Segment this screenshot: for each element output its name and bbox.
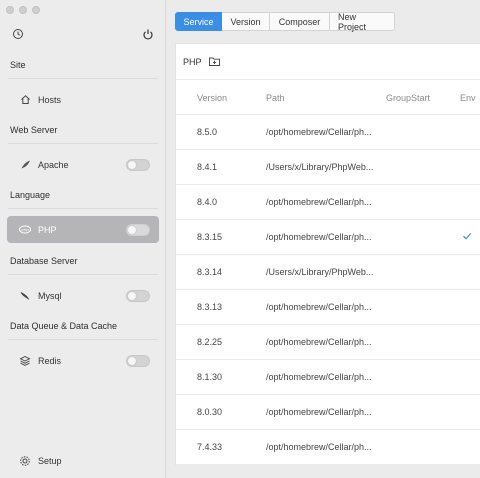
column-header-path[interactable]: Path: [266, 93, 285, 103]
section-title-data-queue: Data Queue & Data Cache: [10, 321, 118, 331]
section-title-language: Language: [10, 190, 51, 200]
zoom-window-button[interactable]: [32, 6, 40, 14]
sidebar-item-label: Setup: [38, 455, 62, 466]
svg-text:php: php: [21, 227, 29, 232]
path-cell: /Users/x/Library/PhpWeb...: [266, 267, 374, 277]
layers-icon: [19, 355, 31, 367]
sidebar-item-setup[interactable]: Setup: [7, 447, 159, 474]
php-toggle[interactable]: [126, 223, 150, 236]
tab-version[interactable]: Version: [222, 12, 270, 31]
check-icon: [463, 232, 472, 240]
path-cell: /opt/homebrew/Cellar/ph...: [266, 232, 372, 242]
version-cell: 8.3.15: [197, 232, 223, 242]
divider: [8, 143, 158, 144]
section-title-site: Site: [10, 60, 26, 70]
home-icon: [19, 94, 31, 106]
tab-new-project[interactable]: New Project: [330, 12, 395, 32]
php-icon: php: [19, 224, 31, 236]
tab-bar: Service Version Composer New Project: [175, 12, 395, 32]
panel-title: PHP: [183, 57, 202, 67]
mysql-toggle[interactable]: [126, 289, 150, 302]
version-cell: 8.5.0: [197, 127, 218, 137]
version-cell: 8.4.0: [197, 197, 218, 207]
service-panel: PHP Version Path GroupStart Env 8.5.0/op…: [175, 43, 480, 465]
close-window-button[interactable]: [6, 6, 14, 14]
section-title-database-server: Database Server: [10, 256, 78, 266]
divider: [8, 208, 158, 209]
sidebar-item-label: Mysql: [38, 290, 62, 301]
path-cell: /opt/homebrew/Cellar/ph...: [266, 407, 372, 417]
divider: [8, 274, 158, 275]
tab-composer[interactable]: Composer: [270, 12, 330, 31]
dolphin-icon: [19, 290, 31, 302]
table-row[interactable]: 8.2.25/opt/homebrew/Cellar/ph...: [176, 325, 480, 360]
path-cell: /opt/homebrew/Cellar/ph...: [266, 127, 372, 137]
sidebar-item-mysql[interactable]: Mysql: [7, 282, 159, 309]
sidebar-item-label: Redis: [38, 355, 62, 366]
path-cell: /opt/homebrew/Cellar/ph...: [266, 197, 372, 207]
path-cell: /Users/x/Library/PhpWeb...: [266, 162, 374, 172]
version-cell: 8.0.30: [197, 407, 223, 417]
path-cell: /opt/homebrew/Cellar/ph...: [266, 337, 372, 347]
window-controls: [6, 6, 40, 14]
sidebar-item-hosts[interactable]: Hosts: [7, 86, 159, 113]
add-folder-icon[interactable]: [208, 55, 221, 68]
sidebar-item-label: PHP: [38, 224, 57, 235]
table-row[interactable]: 8.1.30/opt/homebrew/Cellar/ph...: [176, 360, 480, 395]
divider: [8, 339, 158, 340]
table-row[interactable]: 8.4.1/Users/x/Library/PhpWeb...: [176, 150, 480, 185]
table-row[interactable]: 8.3.15/opt/homebrew/Cellar/ph...: [176, 220, 480, 255]
version-cell: 8.2.25: [197, 337, 223, 347]
table-row[interactable]: 8.4.0/opt/homebrew/Cellar/ph...: [176, 185, 480, 220]
column-header-groupstart[interactable]: GroupStart: [386, 93, 430, 103]
sidebar-item-redis[interactable]: Redis: [7, 347, 159, 374]
version-cell: 7.4.33: [197, 442, 223, 452]
version-cell: 8.4.1: [197, 162, 218, 172]
version-cell: 8.3.14: [197, 267, 223, 277]
path-cell: /opt/homebrew/Cellar/ph...: [266, 372, 372, 382]
tab-service[interactable]: Service: [175, 12, 222, 31]
table-row[interactable]: 8.3.13/opt/homebrew/Cellar/ph...: [176, 290, 480, 325]
table-row[interactable]: 7.4.33/opt/homebrew/Cellar/ph...: [176, 430, 480, 465]
sidebar-item-php[interactable]: php PHP: [7, 216, 159, 243]
table-row[interactable]: 8.0.30/opt/homebrew/Cellar/ph...: [176, 395, 480, 430]
sidebar: Site Hosts Web Server Apache Language ph…: [0, 0, 166, 478]
panel-header: PHP: [176, 44, 480, 80]
sidebar-item-label: Hosts: [38, 94, 62, 105]
column-header-env[interactable]: Env: [460, 93, 476, 103]
gear-icon: [19, 455, 31, 467]
divider: [8, 78, 158, 79]
table-header: Version Path GroupStart Env: [176, 80, 480, 115]
clock-icon[interactable]: [11, 27, 25, 41]
path-cell: /opt/homebrew/Cellar/ph...: [266, 302, 372, 312]
version-cell: 8.3.13: [197, 302, 223, 312]
version-cell: 8.1.30: [197, 372, 223, 382]
power-icon[interactable]: [141, 27, 155, 41]
minimize-window-button[interactable]: [19, 6, 27, 14]
feather-icon: [19, 159, 31, 171]
sidebar-item-label: Apache: [38, 159, 69, 170]
column-header-version[interactable]: Version: [197, 93, 227, 103]
sidebar-item-apache[interactable]: Apache: [7, 151, 159, 178]
path-cell: /opt/homebrew/Cellar/ph...: [266, 442, 372, 452]
section-title-web-server: Web Server: [10, 125, 58, 135]
table-row[interactable]: 8.5.0/opt/homebrew/Cellar/ph...: [176, 115, 480, 150]
table-row[interactable]: 8.3.14/Users/x/Library/PhpWeb...: [176, 255, 480, 290]
apache-toggle[interactable]: [126, 158, 150, 171]
redis-toggle[interactable]: [126, 354, 150, 367]
